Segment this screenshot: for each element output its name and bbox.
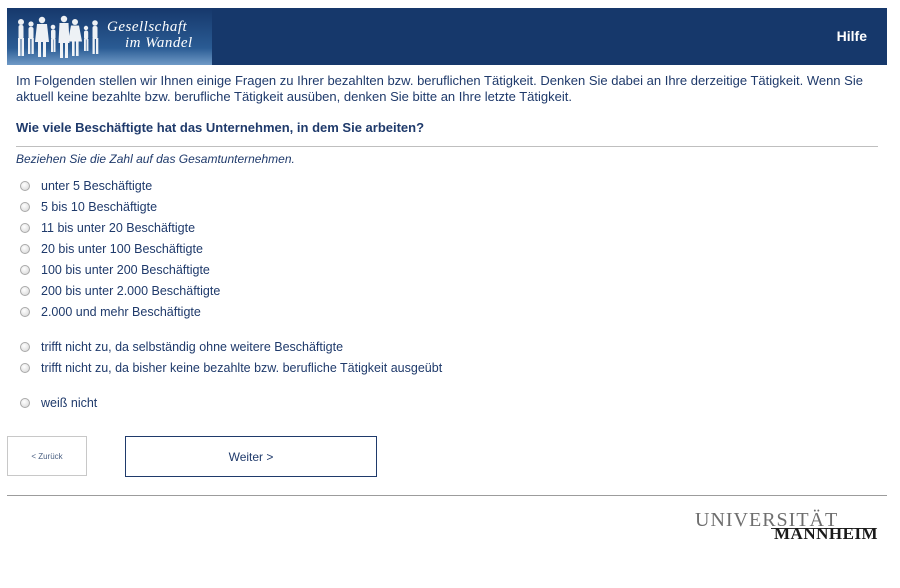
logo-text-line1: Gesellschaft: [107, 19, 188, 35]
answer-option-label: trifft nicht zu, da bisher keine bezahlt…: [41, 361, 443, 375]
answer-option-label: 200 bis unter 2.000 Beschäftigte: [41, 284, 221, 298]
answer-option-label: 5 bis 10 Beschäftigte: [41, 200, 158, 214]
answer-option-1[interactable]: unter 5 Beschäftigte: [20, 178, 152, 194]
radio-button[interactable]: [20, 363, 30, 373]
radio-button[interactable]: [20, 286, 30, 296]
answer-option-10[interactable]: weiß nicht: [20, 395, 97, 411]
answer-option-5[interactable]: 100 bis unter 200 Beschäftigte: [20, 262, 210, 278]
help-link[interactable]: Hilfe: [837, 28, 867, 44]
radio-button[interactable]: [20, 181, 30, 191]
answer-option-3[interactable]: 11 bis unter 20 Beschäftigte: [20, 220, 195, 236]
answer-option-4[interactable]: 20 bis unter 100 Beschäftigte: [20, 241, 203, 257]
answer-option-label: unter 5 Beschäftigte: [41, 179, 153, 193]
radio-button[interactable]: [20, 342, 30, 352]
answer-option-6[interactable]: 200 bis unter 2.000 Beschäftigte: [20, 283, 220, 299]
question-text: Wie viele Beschäftigte hat das Unternehm…: [16, 120, 425, 135]
back-button[interactable]: < Zurück: [7, 436, 87, 476]
answer-option-7[interactable]: 2.000 und mehr Beschäftigte: [20, 304, 201, 320]
answer-option-label: 2.000 und mehr Beschäftigte: [41, 305, 201, 319]
question-instruction: Beziehen Sie die Zahl auf das Gesamtunte…: [16, 152, 295, 166]
answer-option-8[interactable]: trifft nicht zu, da selbständig ohne wei…: [20, 339, 343, 355]
radio-button[interactable]: [20, 244, 30, 254]
intro-text: Im Folgenden stellen wir Ihnen einige Fr…: [16, 73, 863, 104]
answer-option-2[interactable]: 5 bis 10 Beschäftigte: [20, 199, 157, 215]
radio-button[interactable]: [20, 202, 30, 212]
footer-divider: [7, 495, 887, 496]
logo-text-line2: im Wandel: [125, 35, 193, 51]
answer-option-label: 11 bis unter 20 Beschäftigte: [41, 221, 196, 235]
radio-button[interactable]: [20, 223, 30, 233]
university-logo-bottom: MANNHEIM: [774, 524, 879, 543]
logo-banner: Gesellschaft im Wandel: [7, 8, 212, 65]
answer-option-label: trifft nicht zu, da selbständig ohne wei…: [41, 340, 344, 354]
answer-option-9[interactable]: trifft nicht zu, da bisher keine bezahlt…: [20, 360, 442, 376]
people-silhouettes-icon: [18, 15, 99, 58]
university-logo: UNIVERSITÄT MANNHEIM: [695, 509, 879, 549]
survey-header: Gesellschaft im Wandel Hilfe: [7, 8, 887, 65]
radio-button[interactable]: [20, 398, 30, 408]
next-button[interactable]: Weiter >: [125, 436, 377, 477]
answer-option-label: 100 bis unter 200 Beschäftigte: [41, 263, 210, 277]
radio-button[interactable]: [20, 265, 30, 275]
answer-option-label: weiß nicht: [41, 396, 98, 410]
question-divider: [16, 146, 878, 147]
radio-button[interactable]: [20, 307, 30, 317]
answer-option-label: 20 bis unter 100 Beschäftigte: [41, 242, 203, 256]
